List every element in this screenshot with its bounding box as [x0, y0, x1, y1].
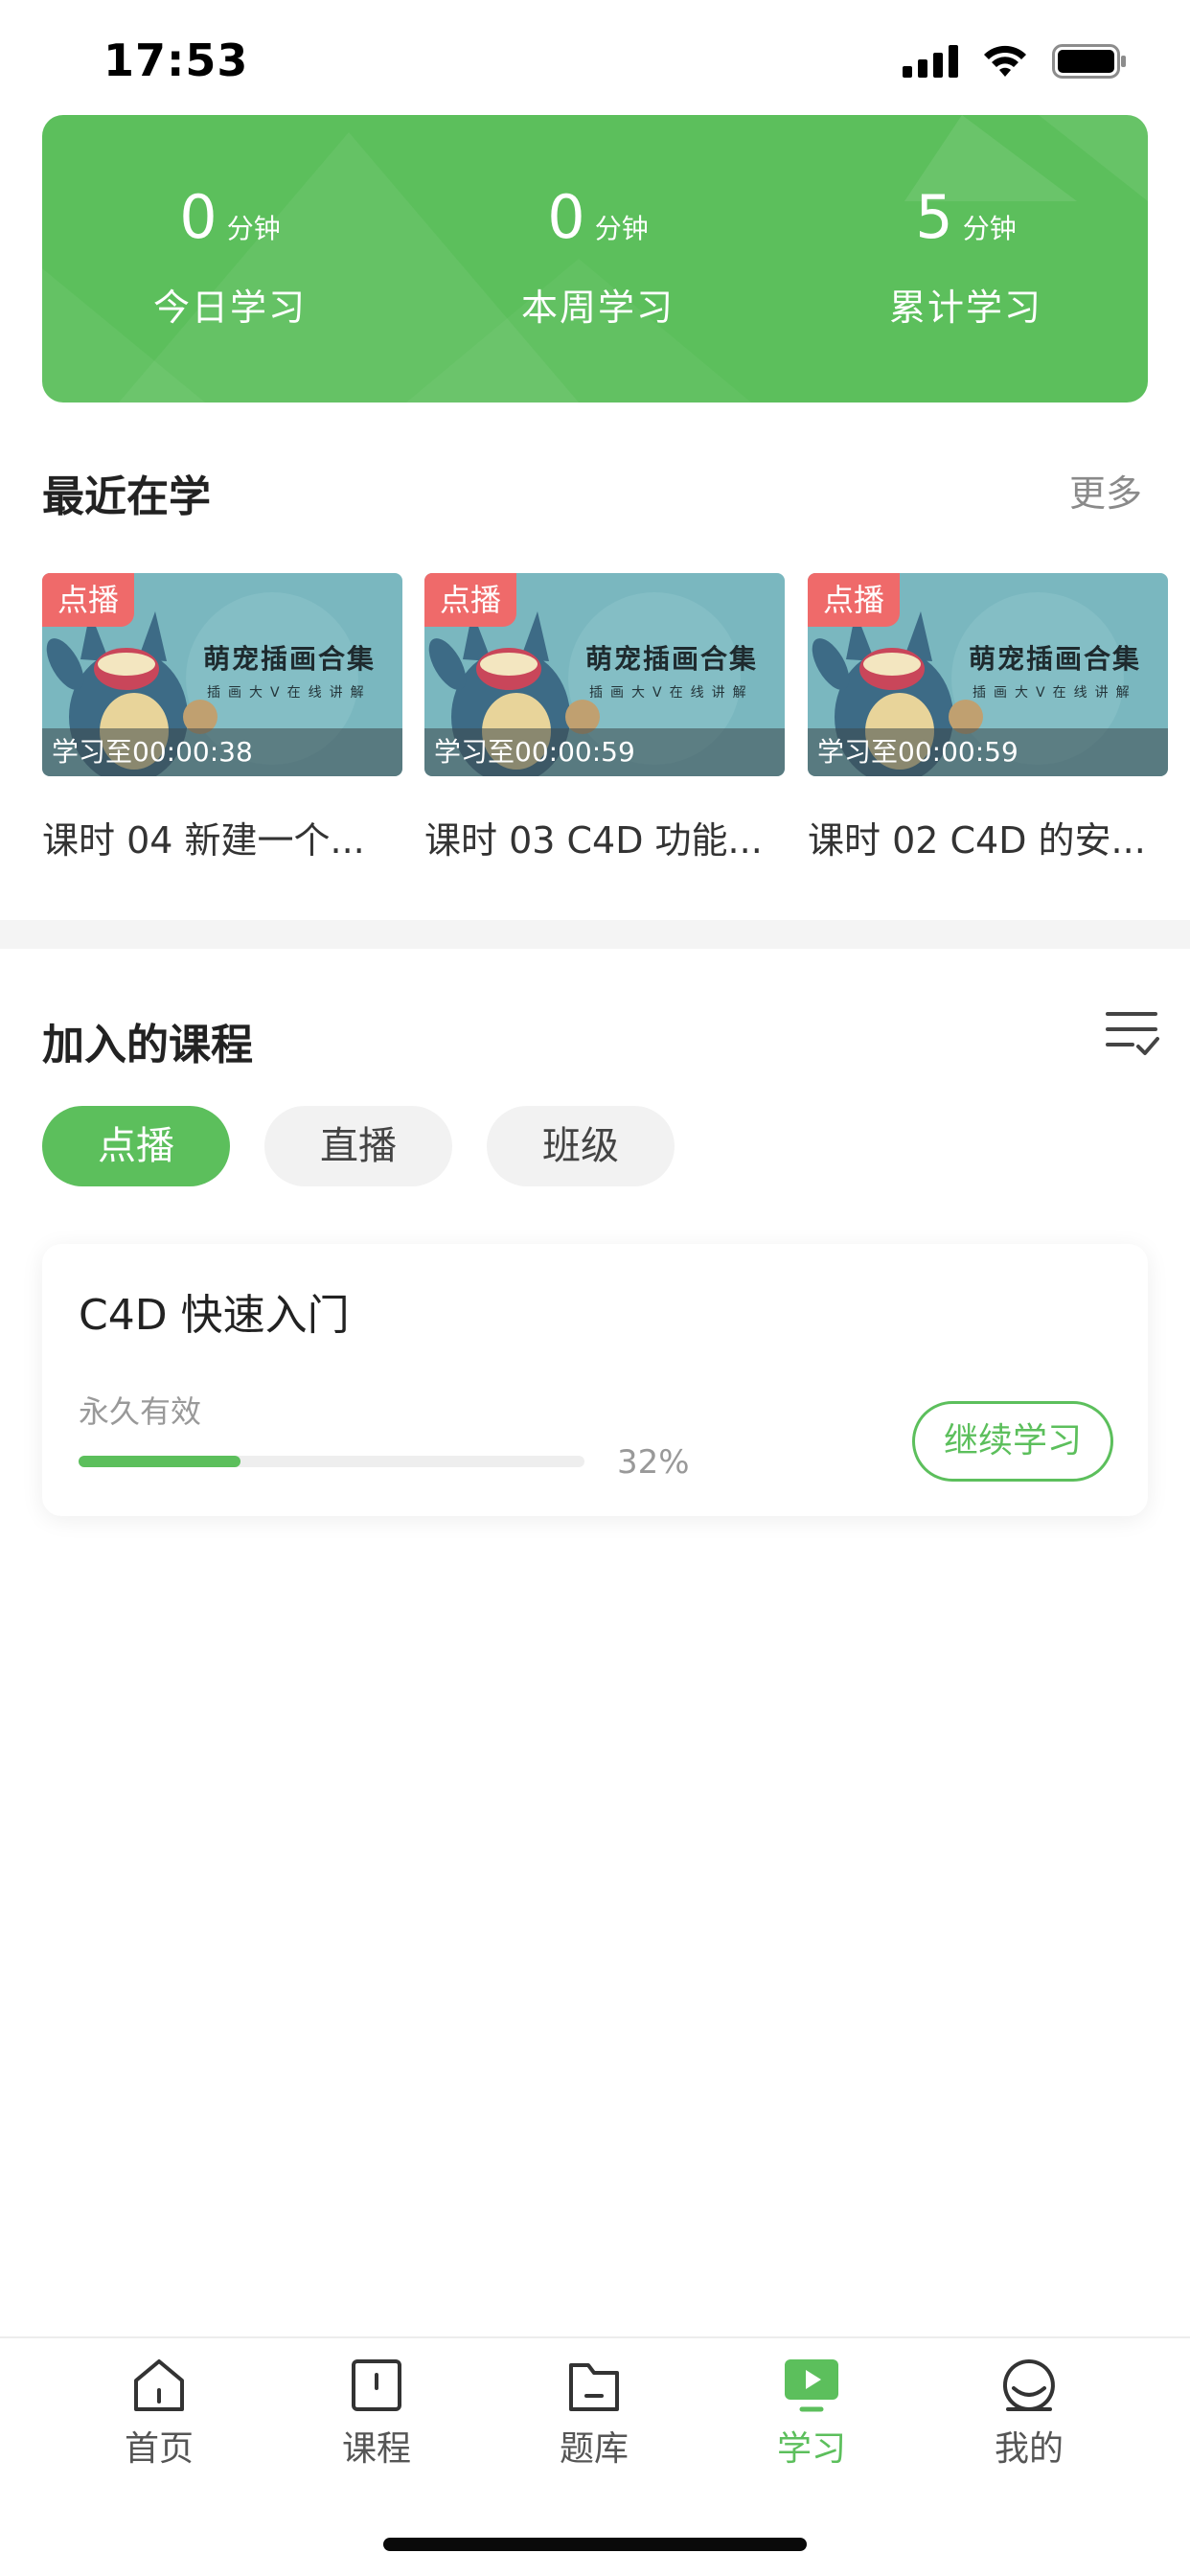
course-progress-fill — [79, 1456, 240, 1467]
stat-label: 本周学习 — [520, 287, 675, 329]
stat-unit: 分钟 — [226, 213, 281, 244]
stat-label: 今日学习 — [152, 287, 307, 329]
lesson-title[interactable]: 课时 02 C4D 的安... — [808, 811, 1168, 863]
stat-value: 0 — [547, 182, 585, 252]
study-stats-banner: 0 分钟 今日学习 0 分钟 本周学习 5 分钟 累计学习 — [42, 115, 1148, 402]
stat-value: 5 — [915, 182, 953, 252]
thumbnail-title: 萌宠插画合集 — [585, 643, 759, 675]
section-divider — [0, 920, 1190, 949]
filter-icon[interactable] — [1106, 1010, 1159, 1060]
thumbnail-subtitle: 插画大V在线讲解 — [973, 685, 1137, 701]
vod-badge: 点播 — [424, 573, 516, 627]
stat-label: 累计学习 — [888, 287, 1042, 329]
tab-profile[interactable]: 我的 — [952, 2358, 1106, 2471]
folder-icon — [569, 2363, 619, 2411]
battery-icon — [1052, 44, 1126, 79]
more-link[interactable]: 更多 — [1069, 464, 1142, 517]
course-progress-bar — [79, 1456, 584, 1467]
chip-vod[interactable]: 点播 — [42, 1106, 230, 1186]
recent-section-title: 最近在学 — [42, 472, 211, 521]
watch-progress: 学习至00:00:59 — [808, 728, 1168, 776]
thumbnail-title: 萌宠插画合集 — [203, 643, 377, 675]
signal-icon — [903, 45, 958, 78]
course-icon — [352, 2359, 401, 2411]
stat-total: 5 分钟 累计学习 — [803, 182, 1129, 331]
tab-label: 我的 — [994, 2429, 1064, 2469]
tab-label: 题库 — [559, 2429, 629, 2469]
tab-label: 首页 — [124, 2429, 194, 2469]
chip-live[interactable]: 直播 — [264, 1106, 452, 1186]
recent-course-card[interactable]: 萌宠插画合集 插画大V在线讲解 点播 学习至00:00:59 课时 02 C4D… — [808, 573, 1168, 863]
vod-badge: 点播 — [808, 573, 900, 627]
home-indicator[interactable] — [383, 2538, 807, 2551]
course-thumbnail[interactable]: 萌宠插画合集 插画大V在线讲解 点播 学习至00:00:59 — [424, 573, 785, 776]
joined-section-title: 加入的课程 — [42, 1021, 253, 1070]
status-bar: 17:53 — [0, 0, 1190, 115]
thumbnail-subtitle: 插画大V在线讲解 — [207, 685, 372, 701]
course-thumbnail[interactable]: 萌宠插画合集 插画大V在线讲解 点播 学习至00:00:59 — [808, 573, 1168, 776]
recent-course-card[interactable]: 萌宠插画合集 插画大V在线讲解 点播 学习至00:00:59 课时 03 C4D… — [424, 573, 785, 863]
stat-unit: 分钟 — [962, 213, 1017, 244]
lesson-title[interactable]: 课时 04 新建一个... — [42, 811, 402, 863]
vod-badge: 点播 — [42, 573, 134, 627]
wifi-icon — [984, 45, 1026, 77]
tab-label: 课程 — [341, 2429, 411, 2469]
course-thumbnail[interactable]: 萌宠插画合集 插画大V在线讲解 点播 学习至00:00:38 — [42, 573, 402, 776]
stat-week: 0 分钟 本周学习 — [435, 182, 761, 331]
course-title: C4D 快速入门 — [79, 1291, 350, 1340]
chip-class[interactable]: 班级 — [487, 1106, 675, 1186]
watch-progress: 学习至00:00:59 — [424, 728, 785, 776]
status-icons — [903, 44, 1127, 79]
tab-question-bank[interactable]: 题库 — [517, 2358, 671, 2471]
tab-label: 学习 — [776, 2429, 846, 2469]
continue-learning-button[interactable]: 继续学习 — [912, 1401, 1113, 1482]
tab-home[interactable]: 首页 — [82, 2358, 236, 2471]
tab-courses[interactable]: 课程 — [300, 2358, 453, 2471]
tab-study[interactable]: 学习 — [735, 2358, 888, 2471]
stat-unit: 分钟 — [594, 213, 649, 244]
joined-course-card[interactable]: C4D 快速入门 永久有效 32% 继续学习 — [42, 1244, 1148, 1516]
lesson-title[interactable]: 课时 03 C4D 功能... — [424, 811, 785, 863]
play-icon — [785, 2359, 838, 2412]
profile-icon — [1003, 2359, 1055, 2411]
watch-progress: 学习至00:00:38 — [42, 728, 402, 776]
thumbnail-title: 萌宠插画合集 — [969, 643, 1142, 675]
home-icon — [134, 2359, 184, 2411]
status-time: 17:53 — [103, 34, 249, 86]
stat-value: 0 — [179, 182, 217, 252]
course-progress-text: 32% — [617, 1443, 690, 1482]
thumbnail-subtitle: 插画大V在线讲解 — [589, 685, 754, 701]
course-validity: 永久有效 — [79, 1393, 202, 1430]
recent-course-card[interactable]: 萌宠插画合集 插画大V在线讲解 点播 学习至00:00:38 课时 04 新建一… — [42, 573, 402, 863]
stat-today: 0 分钟 今日学习 — [67, 182, 393, 331]
